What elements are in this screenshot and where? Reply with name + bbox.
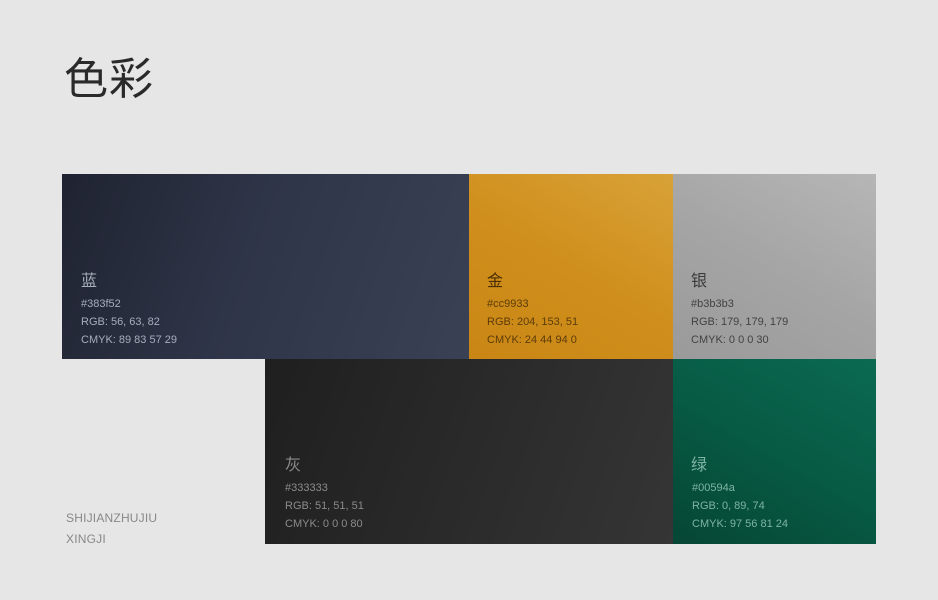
swatch-name: 灰 [285,455,302,474]
swatch-hex: #cc9933 [487,298,529,310]
swatch-meta: #b3b3b3 RGB: 179, 179, 179 CMYK: 0 0 0 3… [691,295,788,349]
swatch-meta: #cc9933 RGB: 204, 153, 51 CMYK: 24 44 94… [487,295,578,349]
swatch-rgb: RGB: 56, 63, 82 [81,316,160,328]
swatch-hex: #00594a [692,482,735,494]
swatch-cmyk: CMYK: 89 83 57 29 [81,334,178,346]
swatch-meta: #383f52 RGB: 56, 63, 82 CMYK: 89 83 57 2… [81,295,177,349]
swatch-meta: #00594a RGB: 0, 89, 74 CMYK: 97 56 81 24 [692,479,788,533]
swatch-name: 蓝 [81,271,98,290]
swatch-rgb: RGB: 51, 51, 51 [285,500,364,512]
swatch-hex: #b3b3b3 [691,298,734,310]
swatch-hex: #383f52 [81,298,121,310]
footer-line-2: XINGJI [66,532,106,546]
swatch-name: 金 [487,271,504,290]
swatch-silver: 银 #b3b3b3 RGB: 179, 179, 179 CMYK: 0 0 0… [673,174,876,359]
swatch-cmyk: CMYK: 24 44 94 0 [487,334,577,346]
footer-caption: SHIJIANZHUJIU XINGJI [66,508,157,550]
footer-line-1: SHIJIANZHUJIU [66,511,158,525]
swatch-name: 绿 [691,455,708,474]
page-title: 色彩 [64,54,154,105]
swatch-blue: 蓝 #383f52 RGB: 56, 63, 82 CMYK: 89 83 57… [62,174,469,359]
swatch-cmyk: CMYK: 97 56 81 24 [692,518,789,530]
swatch-green: 绿 #00594a RGB: 0, 89, 74 CMYK: 97 56 81 … [673,359,876,544]
swatch-cmyk: CMYK: 0 0 0 30 [691,334,769,346]
swatch-gray: 灰 #333333 RGB: 51, 51, 51 CMYK: 0 0 0 80 [265,359,673,544]
swatch-rgb: RGB: 0, 89, 74 [692,500,765,512]
swatch-hex: #333333 [285,482,328,494]
swatch-meta: #333333 RGB: 51, 51, 51 CMYK: 0 0 0 80 [285,479,364,533]
swatch-name: 银 [691,271,708,290]
swatch-cmyk: CMYK: 0 0 0 80 [285,518,363,530]
swatch-rgb: RGB: 179, 179, 179 [691,316,789,328]
swatch-gold: 金 #cc9933 RGB: 204, 153, 51 CMYK: 24 44 … [469,174,673,359]
swatch-rgb: RGB: 204, 153, 51 [487,316,579,328]
